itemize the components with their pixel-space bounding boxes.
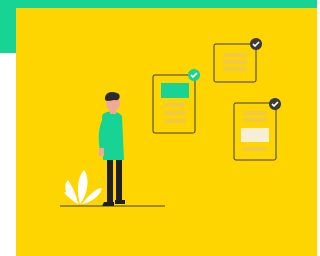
check-icon — [250, 38, 262, 50]
plant-icon — [64, 170, 102, 204]
document-card-left — [152, 69, 200, 134]
person-figure — [98, 92, 125, 206]
document-card-right — [233, 98, 281, 161]
document-card-top — [213, 38, 262, 83]
illustration-scene — [60, 38, 281, 207]
check-icon — [269, 98, 281, 110]
check-icon — [188, 69, 200, 81]
